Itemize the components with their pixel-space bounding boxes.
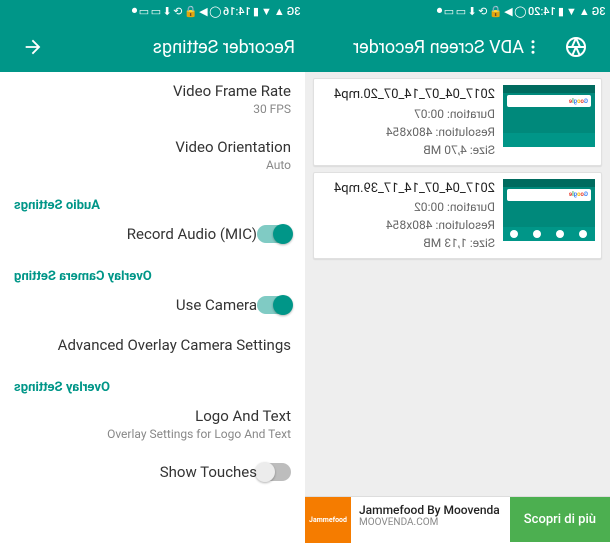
recording-thumbnail: Google [503,85,595,147]
use-camera-toggle[interactable] [257,296,291,314]
sync-icon: ⟳ [174,5,183,18]
play-icon: ▶ [200,5,208,18]
lock-icon: 🔒 [185,5,198,18]
recordings-list: Google 2017_04_07_14_07_20.mp4 Duration:… [305,72,610,542]
show-touches-toggle[interactable] [257,463,291,481]
status-bar: ◯ ▶ 🔒 ⟳ ⬇ ▭ ▭ ⏺ 3G ▲ ▼ ▮ 14:20 [305,0,610,22]
cast-icon: ▭ [139,5,149,18]
wifi-icon: ▼ [566,5,577,18]
battery-icon: ▮ [253,5,259,18]
app-bar: Recorder Settings [0,22,305,72]
rec-icon: ⏺ [132,4,137,18]
setting-label: Show Touches [14,463,257,481]
back-arrow-icon[interactable] [22,36,44,58]
recording-item[interactable]: Google 2017_04_07_14_07_20.mp4 Duration:… [313,78,602,166]
ad-cta-button[interactable]: Scopri di più [510,497,610,542]
app-bar: ADV Screen Recorder [305,22,610,72]
recording-filename: 2017_04_07_14_07_20.mp4 [320,85,495,105]
net-label: 3G [287,5,301,18]
tab-icon: ▭ [151,5,161,18]
recording-item[interactable]: Google 2017_04_07_14_17_39.mp4 Duration:… [313,172,602,260]
recording-duration: Duration: 00:07 [320,105,495,123]
cast-icon: ▭ [444,5,454,18]
signal-icon: ▲ [274,5,285,18]
signal-icon: ▲ [579,5,590,18]
shield-icon: ◯ [515,5,527,18]
settings-list: Video Frame Rate 30 FPS Video Orientatio… [0,72,305,542]
setting-label: Video Orientation [14,138,291,156]
recording-thumbnail: Google [503,179,595,241]
show-touches-row[interactable]: Show Touches [0,453,305,493]
recording-filename: 2017_04_07_14_17_39.mp4 [320,179,495,199]
download-icon: ⬇ [163,5,172,18]
video-frame-rate-row[interactable]: Video Frame Rate 30 FPS [0,72,305,128]
net-label: 3G [592,5,606,18]
setting-value: Auto [14,158,291,172]
settings-screen: ◯ ▶ 🔒 ⟳ ⬇ ▭ ▭ ⏺ 3G ▲ ▼ ▮ 14:16 Recorder … [0,0,305,542]
setting-label: Logo And Text [14,407,291,425]
recording-size: Size: 1,13 MB [320,234,495,252]
camera-settings-header: Overlay Camera Setting [0,255,305,286]
setting-label: Use Camera [14,296,257,314]
setting-label: Advanced Overlay Camera Settings [14,336,291,354]
page-title: Recorder Settings [44,37,295,58]
setting-value: 30 FPS [14,102,291,116]
overflow-menu-icon[interactable] [524,36,542,58]
overlay-settings-header: Overlay Settings [0,366,305,397]
record-audio-row[interactable]: Record Audio (MIC) [0,215,305,255]
use-camera-row[interactable]: Use Camera [0,286,305,326]
rec-icon: ⏺ [437,4,442,18]
sync-icon: ⟳ [479,5,488,18]
shield-icon: ◯ [210,5,222,18]
aperture-icon[interactable] [564,35,588,59]
ad-subtitle: MOOVENDA.COM [359,517,502,528]
ad-banner[interactable]: Jammefood Jammefood By Moovenda MOOVENDA… [305,496,610,542]
app-title: ADV Screen Recorder [315,37,524,58]
record-audio-toggle[interactable] [257,225,291,243]
clock: 14:16 [223,5,251,18]
battery-icon: ▮ [558,5,564,18]
download-icon: ⬇ [468,5,477,18]
clock: 14:20 [528,5,556,18]
logo-text-row[interactable]: Logo And Text Overlay Settings for Logo … [0,397,305,453]
video-orientation-row[interactable]: Video Orientation Auto [0,128,305,184]
setting-label: Record Audio (MIC) [14,225,257,243]
status-bar: ◯ ▶ 🔒 ⟳ ⬇ ▭ ▭ ⏺ 3G ▲ ▼ ▮ 14:16 [0,0,305,22]
recording-resolution: Resolution: 480x854 [320,123,495,141]
recorder-main-screen: ◯ ▶ 🔒 ⟳ ⬇ ▭ ▭ ⏺ 3G ▲ ▼ ▮ 14:20 ADV Scree… [305,0,610,542]
ad-title: Jammefood By Moovenda [359,503,502,517]
audio-settings-header: Audio Settings [0,184,305,215]
ad-logo: Jammefood [305,497,351,543]
wifi-icon: ▼ [261,5,272,18]
play-icon: ▶ [505,5,513,18]
setting-label: Video Frame Rate [14,82,291,100]
lock-icon: 🔒 [490,5,503,18]
advanced-camera-row[interactable]: Advanced Overlay Camera Settings [0,326,305,366]
recording-resolution: Resolution: 480x854 [320,216,495,234]
tab-icon: ▭ [456,5,466,18]
recording-duration: Duration: 00:02 [320,198,495,216]
setting-sub: Overlay Settings for Logo And Text [14,427,291,441]
recording-size: Size: 4,70 MB [320,141,495,159]
